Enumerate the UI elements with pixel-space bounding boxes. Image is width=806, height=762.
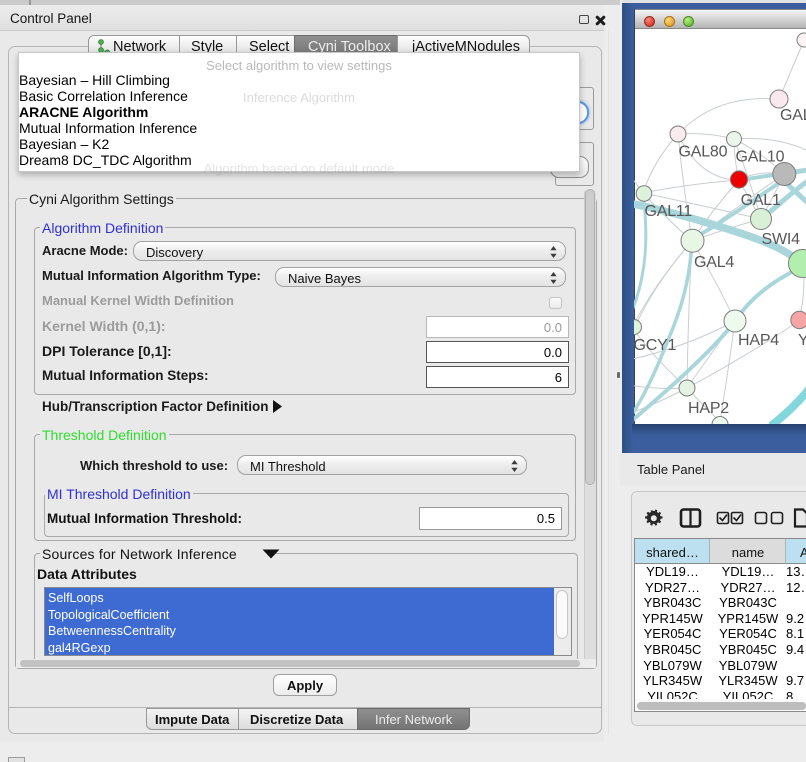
svg-text:SWI4: SWI4 (762, 231, 801, 248)
svg-text:Y: Y (798, 332, 806, 349)
svg-text:GAL1: GAL1 (741, 192, 781, 209)
svg-text:HAP2: HAP2 (688, 400, 729, 417)
svg-text:HAP4: HAP4 (738, 332, 779, 349)
svg-text:GAL4: GAL4 (694, 254, 734, 271)
svg-text:GAL8: GAL8 (780, 107, 806, 124)
svg-text:GAL80: GAL80 (679, 144, 728, 161)
svg-text:GCY1: GCY1 (634, 337, 677, 354)
svg-text:GAL10: GAL10 (736, 149, 785, 166)
svg-text:GAL11: GAL11 (645, 203, 693, 220)
